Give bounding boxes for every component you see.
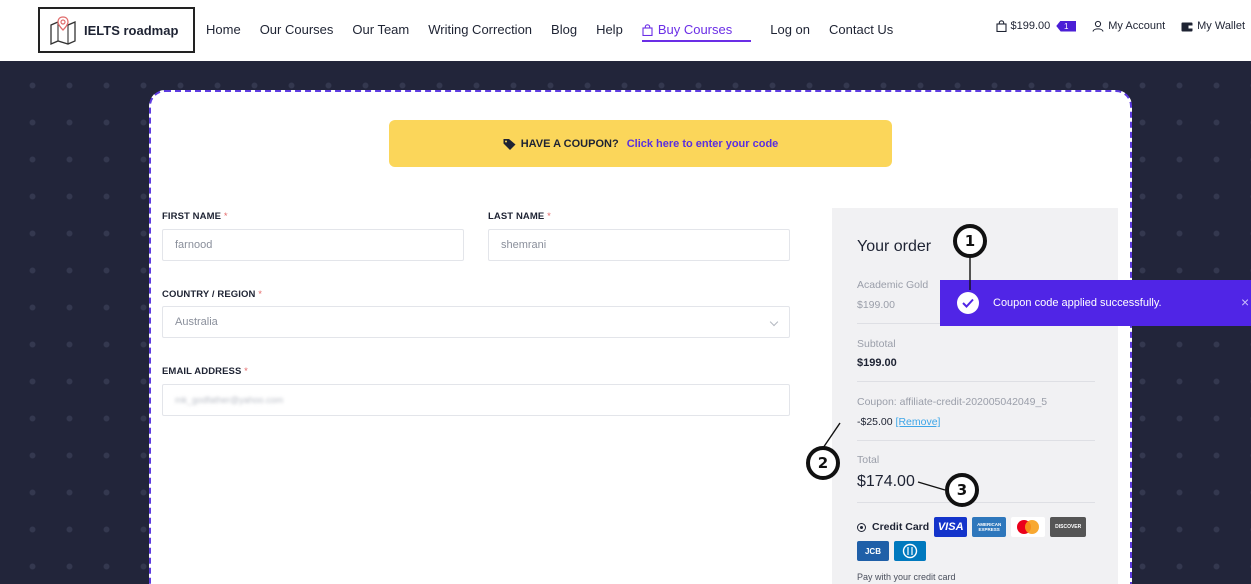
cart-button[interactable]: $199.00 1 bbox=[995, 20, 1077, 32]
required-mark: * bbox=[244, 366, 248, 377]
enter-coupon-link[interactable]: Click here to enter your code bbox=[627, 138, 779, 150]
mastercard-logo bbox=[1011, 517, 1046, 537]
country-label: COUNTRY / REGION * bbox=[162, 289, 262, 300]
required-mark: * bbox=[223, 211, 228, 222]
payment-note: Pay with your credit card bbox=[857, 572, 956, 582]
main-nav: Home Our Courses Our Team Writing Correc… bbox=[206, 22, 912, 42]
shopping-bag-icon bbox=[642, 23, 653, 36]
shopping-bag-icon bbox=[995, 20, 1007, 32]
last-name-label-text: LAST NAME bbox=[488, 211, 545, 222]
my-account-label: My Account bbox=[1108, 20, 1166, 32]
chevron-down-icon bbox=[769, 317, 779, 327]
order-title: Your order bbox=[857, 238, 932, 255]
success-toast: Coupon code applied successfully. × bbox=[940, 280, 1251, 326]
coupon-discount-row: -$25.00 [Remove] bbox=[857, 416, 940, 428]
total-label: Total bbox=[857, 454, 880, 466]
remove-coupon-link[interactable]: [Remove] bbox=[896, 416, 941, 428]
amex-logo: AMERICAN EXPRESS bbox=[972, 517, 1007, 537]
email-field[interactable]: mk_godfather@yahoo.com bbox=[162, 384, 790, 416]
last-name-label: LAST NAME * bbox=[488, 211, 551, 222]
account-nav: $199.00 1 My Account My Wallet bbox=[980, 20, 1245, 32]
required-mark: * bbox=[258, 289, 263, 300]
country-value: Australia bbox=[175, 316, 218, 328]
nav-contact-us[interactable]: Contact Us bbox=[829, 22, 893, 42]
toast-message: Coupon code applied successfully. bbox=[993, 297, 1162, 309]
email-label: EMAIL ADDRESS * bbox=[162, 366, 248, 377]
user-icon bbox=[1092, 20, 1104, 32]
country-label-text: COUNTRY / REGION bbox=[162, 289, 256, 300]
site-logo[interactable]: IELTS roadmap bbox=[38, 7, 195, 53]
logo-text: IELTS roadmap bbox=[84, 22, 179, 38]
diners-club-logo bbox=[894, 541, 926, 561]
first-name-value: farnood bbox=[175, 239, 213, 251]
nav-blog[interactable]: Blog bbox=[551, 22, 577, 42]
divider bbox=[857, 381, 1095, 382]
first-name-label: FIRST NAME * bbox=[162, 211, 228, 222]
cart-count-badge: 1 bbox=[1056, 20, 1077, 32]
jcb-logo: JCB bbox=[857, 541, 889, 561]
more-card-logos: JCB bbox=[857, 541, 926, 561]
nav-help[interactable]: Help bbox=[596, 22, 623, 42]
divider bbox=[857, 440, 1095, 441]
annotation-marker-1: 1 bbox=[953, 224, 987, 258]
nav-buy-courses-label: Buy Courses bbox=[657, 22, 733, 37]
first-name-label-text: FIRST NAME bbox=[162, 211, 222, 222]
nav-buy-courses[interactable]: Buy Courses bbox=[641, 22, 752, 42]
my-wallet-link[interactable]: My Wallet bbox=[1181, 20, 1245, 32]
tag-icon bbox=[503, 138, 516, 150]
email-label-text: EMAIL ADDRESS bbox=[162, 366, 242, 377]
payment-method-label: Credit Card bbox=[872, 521, 930, 533]
annotation-marker-3: 3 bbox=[945, 473, 979, 507]
nav-log-on[interactable]: Log on bbox=[770, 22, 810, 42]
annotation-marker-2: 2 bbox=[806, 446, 840, 480]
coupon-notice: HAVE A COUPON? Click here to enter your … bbox=[389, 120, 892, 167]
visa-logo: VISA bbox=[934, 517, 968, 537]
my-account-link[interactable]: My Account bbox=[1092, 20, 1165, 32]
product-name: Academic Gold bbox=[857, 279, 929, 291]
diners-club-icon bbox=[902, 543, 918, 559]
first-name-field[interactable]: farnood bbox=[162, 229, 464, 261]
nav-our-team[interactable]: Our Team bbox=[352, 22, 409, 42]
payment-radio[interactable] bbox=[857, 522, 866, 532]
payment-method-credit-card[interactable]: Credit Card VISA AMERICAN EXPRESS DISCOV… bbox=[857, 517, 1087, 537]
discover-logo: DISCOVER bbox=[1050, 517, 1087, 537]
coupon-discount-value: -$25.00 bbox=[857, 416, 893, 428]
nav-writing-correction[interactable]: Writing Correction bbox=[428, 22, 532, 42]
mastercard-icon bbox=[1017, 520, 1040, 534]
product-price: $199.00 bbox=[857, 299, 895, 311]
last-name-value: shemrani bbox=[501, 239, 547, 251]
total-value: $174.00 bbox=[857, 473, 915, 490]
top-navigation-bar: IELTS roadmap Home Our Courses Our Team … bbox=[0, 0, 1251, 61]
subtotal-value: $199.00 bbox=[857, 357, 897, 369]
nav-our-courses[interactable]: Our Courses bbox=[260, 22, 334, 42]
email-value: mk_godfather@yahoo.com bbox=[175, 395, 284, 405]
last-name-field[interactable]: shemrani bbox=[488, 229, 790, 261]
cart-total: $199.00 bbox=[1010, 20, 1051, 32]
coupon-prompt: HAVE A COUPON? bbox=[520, 137, 619, 150]
map-pin-icon bbox=[50, 16, 76, 45]
nav-home[interactable]: Home bbox=[206, 22, 241, 42]
my-wallet-label: My Wallet bbox=[1197, 20, 1245, 32]
coupon-code-label: Coupon: affiliate-credit-202005042049_5 bbox=[857, 396, 1048, 408]
divider bbox=[857, 502, 1095, 503]
check-icon bbox=[957, 292, 979, 314]
subtotal-label: Subtotal bbox=[857, 338, 896, 350]
required-mark: * bbox=[547, 211, 551, 222]
wallet-icon bbox=[1181, 22, 1193, 31]
close-icon[interactable]: × bbox=[1241, 294, 1249, 310]
country-select[interactable]: Australia bbox=[162, 306, 790, 338]
